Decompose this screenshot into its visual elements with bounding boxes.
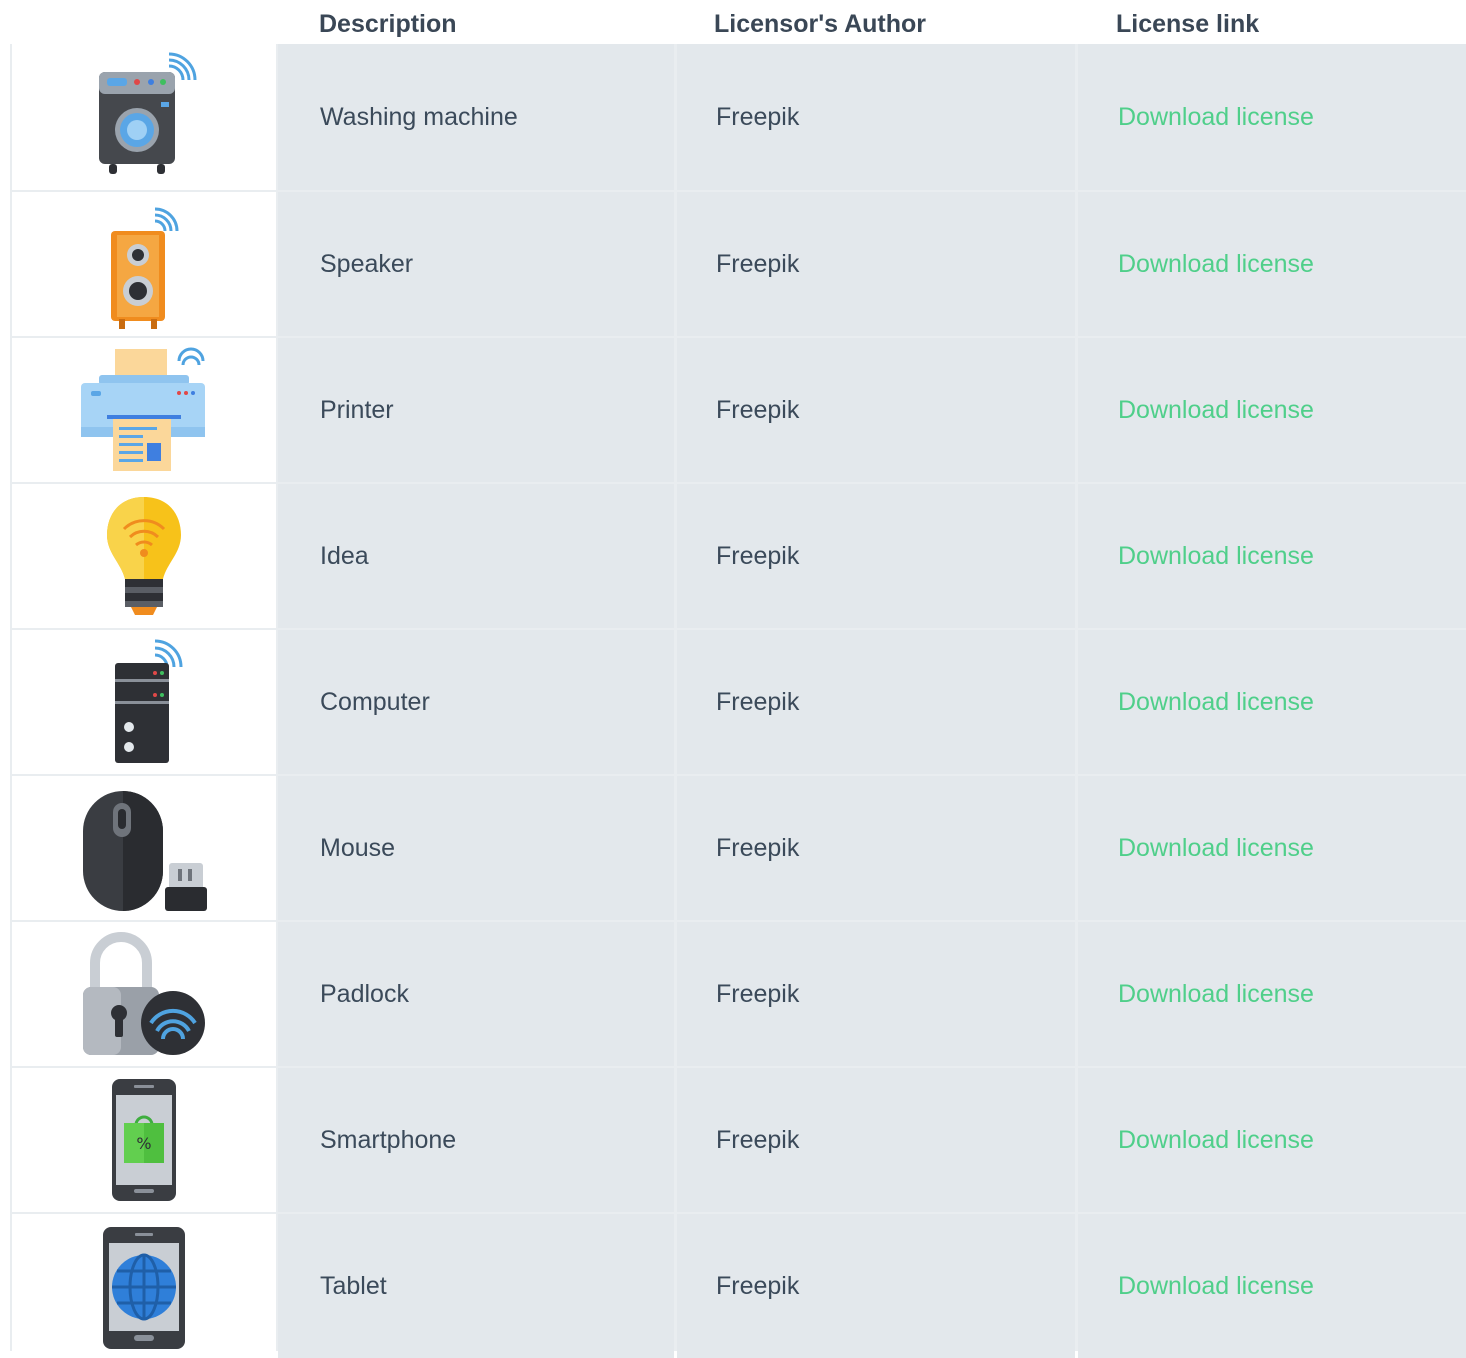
table-row: Printer Freepik Download license xyxy=(10,336,1466,482)
description-cell: Printer xyxy=(278,338,674,482)
author-cell: Freepik xyxy=(677,1214,1075,1358)
icon-cell xyxy=(12,776,276,920)
table-row: Idea Freepik Download license xyxy=(10,482,1466,628)
header-description: Description xyxy=(319,10,457,38)
header-author: Licensor's Author xyxy=(714,10,926,38)
download-license-link[interactable]: Download license xyxy=(1078,338,1466,482)
download-license-link[interactable]: Download license xyxy=(1078,1214,1466,1358)
icon-cell xyxy=(12,192,276,336)
icon-cell xyxy=(12,922,276,1066)
table-header: Description Licensor's Author License li… xyxy=(0,0,1466,44)
description-cell: Smartphone xyxy=(278,1068,674,1212)
printer-icon xyxy=(81,347,205,471)
washing-machine-icon xyxy=(99,52,197,174)
description-cell: Computer xyxy=(278,630,674,774)
tablet-icon xyxy=(103,1227,185,1349)
author-cell: Freepik xyxy=(677,192,1075,336)
table-row: Mouse Freepik Download license xyxy=(10,774,1466,920)
computer-tower-icon xyxy=(115,639,183,763)
download-license-link[interactable]: Download license xyxy=(1078,1068,1466,1212)
table-row: Speaker Freepik Download license xyxy=(10,190,1466,336)
icon-cell: % xyxy=(12,1068,276,1212)
table-row: Tablet Freepik Download license xyxy=(10,1212,1466,1358)
icon-cell xyxy=(12,630,276,774)
author-cell: Freepik xyxy=(677,44,1075,190)
download-license-link[interactable]: Download license xyxy=(1078,192,1466,336)
icon-cell xyxy=(12,484,276,628)
author-cell: Freepik xyxy=(677,776,1075,920)
description-cell: Washing machine xyxy=(278,44,674,190)
author-cell: Freepik xyxy=(677,630,1075,774)
svg-text:%: % xyxy=(136,1134,151,1153)
header-license-link: License link xyxy=(1116,10,1260,38)
table-row: Washing machine Freepik Download license xyxy=(10,44,1466,190)
download-license-link[interactable]: Download license xyxy=(1078,922,1466,1066)
padlock-icon xyxy=(83,932,205,1055)
download-license-link[interactable]: Download license xyxy=(1078,630,1466,774)
description-cell: Speaker xyxy=(278,192,674,336)
table-row: % Smartphone Freepik Download license xyxy=(10,1066,1466,1212)
lightbulb-icon xyxy=(107,497,181,615)
table-row: Padlock Freepik Download license xyxy=(10,920,1466,1066)
download-license-link[interactable]: Download license xyxy=(1078,776,1466,920)
author-cell: Freepik xyxy=(677,338,1075,482)
author-cell: Freepik xyxy=(677,484,1075,628)
download-license-link[interactable]: Download license xyxy=(1078,44,1466,190)
table-body: Washing machine Freepik Download license… xyxy=(10,44,1466,1358)
description-cell: Mouse xyxy=(278,776,674,920)
smartphone-icon: % xyxy=(112,1079,176,1201)
description-cell: Idea xyxy=(278,484,674,628)
author-cell: Freepik xyxy=(677,922,1075,1066)
author-cell: Freepik xyxy=(677,1068,1075,1212)
mouse-icon xyxy=(83,791,207,911)
icon-cell xyxy=(12,1214,276,1358)
description-cell: Tablet xyxy=(278,1214,674,1358)
download-license-link[interactable]: Download license xyxy=(1078,484,1466,628)
icon-cell xyxy=(12,338,276,482)
table-row: Computer Freepik Download license xyxy=(10,628,1466,774)
description-cell: Padlock xyxy=(278,922,674,1066)
icon-cell xyxy=(12,44,276,190)
speaker-icon xyxy=(111,207,179,329)
